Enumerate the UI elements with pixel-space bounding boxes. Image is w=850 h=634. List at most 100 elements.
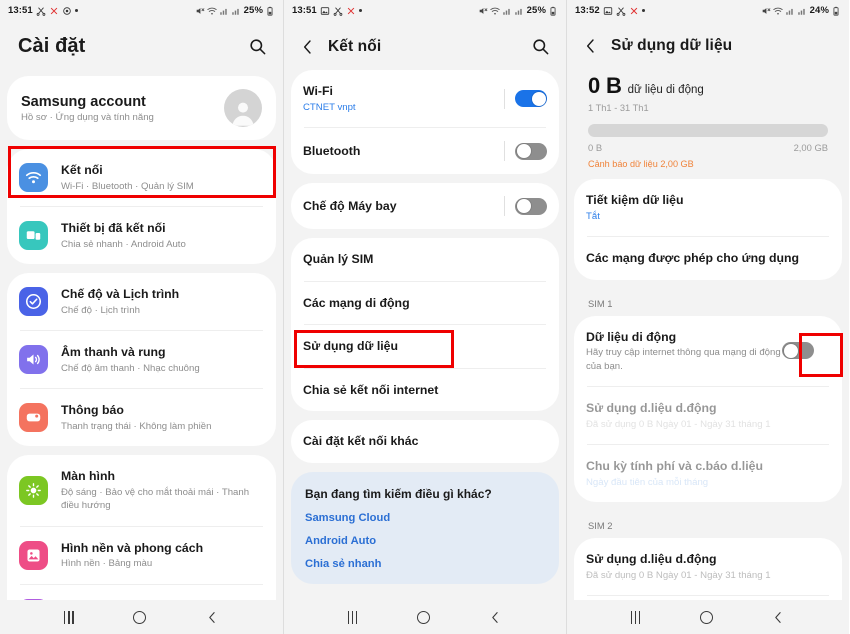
suggestion-link-chia-se-nhanh[interactable]: Chia sẻ nhanh: [305, 558, 545, 570]
devices-icon: [19, 221, 48, 251]
mobile-data-toggle[interactable]: [782, 342, 814, 360]
brightness-icon: [19, 475, 48, 505]
sidebar-item-thong-bao[interactable]: Thông báo Thanh trạng thái · Không làm p…: [7, 389, 276, 446]
scissors-icon: [36, 6, 46, 16]
sidebar-item-man-hinh[interactable]: Màn hình Độ sáng · Bảo vệ cho mắt thoải …: [7, 455, 276, 525]
mute-icon: [479, 7, 488, 14]
group-network-settings[interactable]: Quản lý SIM Các mạng di động Sử dụng dữ …: [291, 238, 559, 412]
toggle-separator: [504, 141, 505, 162]
dot-icon: [358, 9, 362, 12]
data-usage-progress-bar: [588, 124, 828, 137]
list-item-chu-ky-tinh-phi-sim1[interactable]: Chu kỳ tính phí và c.báo d.liệu Ngày đầu…: [574, 445, 842, 502]
group-other-connection-settings[interactable]: Cài đặt kết nối khác: [291, 420, 559, 463]
sidebar-item-che-do-va-lich-trinh[interactable]: Chế độ và Lịch trình Chế độ · Lịch trình: [7, 273, 276, 330]
sidebar-item-ket-noi[interactable]: Kết nối Wi-Fi · Bluetooth · Quản lý SIM: [7, 149, 276, 206]
bluetooth-toggle[interactable]: [515, 142, 547, 160]
dot-icon: [74, 9, 78, 12]
avatar-icon: [232, 102, 254, 126]
data-usage-summary: 0 B dữ liệu di động 1 Th1 - 31 Th1 0 B 2…: [574, 69, 842, 169]
settings-group-modes-sound-notifications[interactable]: Chế độ và Lịch trình Chế độ · Lịch trình…: [7, 273, 276, 447]
settings-group-connections[interactable]: Kết nối Wi-Fi · Bluetooth · Quản lý SIM …: [7, 149, 276, 265]
item-subtitle: Hãy truy cập internet thông qua mạng di …: [586, 347, 781, 372]
search-icon[interactable]: [248, 37, 267, 56]
item-title: Kết nối: [61, 163, 103, 177]
item-title: Chế độ Máy bay: [303, 198, 397, 213]
data-usage-app-bar: Sử dụng dữ liệu: [567, 21, 849, 69]
home-icon[interactable]: [416, 610, 430, 624]
navigation-bar[interactable]: [567, 600, 849, 634]
gear-icon: [63, 6, 71, 15]
mute-icon: [196, 7, 205, 14]
list-item-quan-ly-sim[interactable]: Quản lý SIM: [291, 238, 559, 281]
list-item-chia-se-ket-noi-internet[interactable]: Chia sẻ kết nối internet: [291, 369, 559, 412]
group-wifi-bluetooth[interactable]: Wi-Fi CTNET vnpt Bluetooth: [291, 70, 559, 175]
signal-icon: [231, 8, 239, 15]
list-item-su-dung-dlieu-ddong-sim1[interactable]: Sử dụng d.liệu d.động Đã sử dụng 0 B Ngà…: [574, 387, 842, 444]
suggestion-link-samsung-cloud[interactable]: Samsung Cloud: [305, 512, 545, 524]
home-icon[interactable]: [133, 610, 147, 624]
item-title: Thiết bị đã kết nối: [61, 221, 166, 236]
screenshot-root: 13:51 25% Cài đặt Samsung account Hồ sơ …: [0, 0, 850, 634]
back-icon[interactable]: [206, 611, 219, 624]
back-icon[interactable]: [772, 611, 785, 624]
samsung-account-row[interactable]: Samsung account Hồ sơ · Ứng dụng và tính…: [7, 76, 276, 140]
suggestion-link-android-auto[interactable]: Android Auto: [305, 535, 545, 547]
scissors-icon: [333, 6, 343, 16]
mute-icon: [762, 7, 771, 14]
list-item-su-dung-du-lieu[interactable]: Sử dụng dữ liệu: [291, 325, 559, 368]
avatar[interactable]: [224, 89, 262, 127]
item-subtitle: CTNET vnpt: [303, 101, 356, 113]
item-title: Quản lý SIM: [303, 252, 374, 267]
list-item-tiet-kiem-du-lieu[interactable]: Tiết kiệm dữ liệu Tắt: [574, 179, 842, 236]
settings-group-display-wallpaper-theme[interactable]: Màn hình Độ sáng · Bảo vệ cho mắt thoải …: [7, 455, 276, 600]
item-subtitle: Đã sử dụng 0 B Ngày 01 - Ngày 31 tháng 1: [586, 418, 771, 430]
group-sim2[interactable]: Sử dụng d.liệu d.động Đã sử dụng 0 B Ngà…: [574, 538, 842, 600]
back-icon[interactable]: [489, 611, 502, 624]
home-icon[interactable]: [699, 610, 713, 624]
list-item-cai-dat-ket-noi-khac[interactable]: Cài đặt kết nối khác: [291, 420, 559, 463]
navigation-bar[interactable]: [284, 600, 566, 634]
data-warning-label: Cảnh báo dữ liệu 2,00 GB: [588, 159, 694, 169]
settings-list[interactable]: Samsung account Hồ sơ · Ứng dụng và tính…: [0, 76, 283, 600]
back-chevron-icon[interactable]: [583, 38, 599, 54]
item-subtitle: Chế độ · Lịch trình: [61, 304, 140, 316]
list-item-bluetooth[interactable]: Bluetooth: [291, 128, 559, 174]
sidebar-item-thiet-bi-da-ket-noi[interactable]: Thiết bị đã kết nối Chia sẻ nhanh · Andr…: [7, 207, 276, 264]
sidebar-item-hinh-nen-va-phong-cach[interactable]: Hình nền và phong cách Hình nền · Bảng m…: [7, 527, 276, 584]
group-sim1[interactable]: Dữ liệu di động Hãy truy cập internet th…: [574, 315, 842, 503]
sidebar-item-theme[interactable]: Theme Theme · Hình nền · Biểu tượng: [7, 585, 276, 600]
list-item-cac-mang-duoc-phep[interactable]: Các mạng được phép cho ứng dụng: [574, 237, 842, 280]
list-item-chu-ky-tinh-phi-sim2[interactable]: Chu kỳ tính phí và c.báo d.liệu: [574, 596, 842, 600]
item-subtitle: Đã sử dụng 0 B Ngày 01 - Ngày 31 tháng 1: [586, 569, 771, 581]
item-title: Sử dụng d.liệu d.động: [586, 401, 717, 416]
item-title: Chế độ và Lịch trình: [61, 287, 180, 302]
list-item-wifi[interactable]: Wi-Fi CTNET vnpt: [291, 70, 559, 127]
connections-list[interactable]: Wi-Fi CTNET vnpt Bluetooth Chế độ Máy ba…: [284, 70, 566, 600]
samsung-account-card[interactable]: Samsung account Hồ sơ · Ứng dụng và tính…: [7, 76, 276, 140]
list-item-su-dung-dlieu-ddong-sim2[interactable]: Sử dụng d.liệu d.động Đã sử dụng 0 B Ngà…: [574, 538, 842, 595]
group-airplane-mode[interactable]: Chế độ Máy bay: [291, 183, 559, 230]
group-data-saver[interactable]: Tiết kiệm dữ liệu Tắt Các mạng được phép…: [574, 179, 842, 280]
recents-icon[interactable]: [63, 610, 74, 624]
recents-icon[interactable]: [630, 610, 641, 624]
list-item-cac-mang-di-dong[interactable]: Các mạng di động: [291, 282, 559, 325]
sidebar-item-am-thanh-va-rung[interactable]: Âm thanh và rung Chế độ âm thanh · Nhạc …: [7, 331, 276, 388]
list-item-airplane-mode[interactable]: Chế độ Máy bay: [291, 183, 559, 229]
item-subtitle: Chia sẻ nhanh · Android Auto: [61, 238, 186, 250]
page-title: Sử dụng dữ liệu: [611, 37, 733, 54]
navigation-bar[interactable]: [0, 600, 283, 634]
list-item-du-lieu-di-dong[interactable]: Dữ liệu di động Hãy truy cập internet th…: [574, 316, 842, 386]
item-title: Chu kỳ tính phí và c.báo d.liệu: [586, 459, 763, 474]
account-title: Samsung account: [21, 93, 146, 110]
airplane-mode-toggle[interactable]: [515, 197, 547, 215]
battery-icon: [267, 6, 273, 16]
data-usage-content[interactable]: 0 B dữ liệu di động 1 Th1 - 31 Th1 0 B 2…: [567, 69, 849, 600]
search-icon[interactable]: [531, 37, 550, 56]
item-title: Sử dụng dữ liệu: [303, 339, 399, 354]
back-chevron-icon[interactable]: [300, 39, 316, 55]
item-title: Dữ liệu di động: [586, 329, 677, 344]
dot-icon: [641, 9, 645, 12]
wifi-icon: [490, 7, 500, 15]
recents-icon[interactable]: [347, 610, 358, 624]
wifi-toggle[interactable]: [515, 90, 547, 107]
